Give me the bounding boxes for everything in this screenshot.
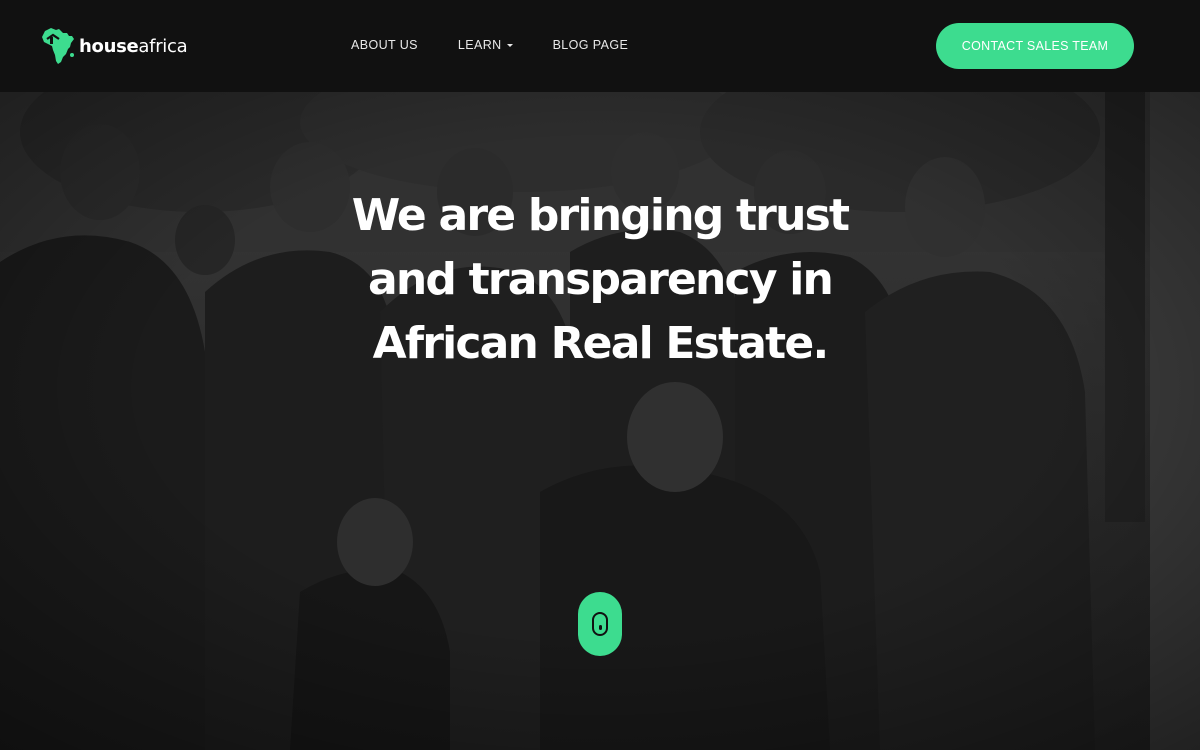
hero-headline: We are bringing trust and transparency i… [300,184,900,376]
mouse-wheel [598,625,602,630]
contact-sales-button[interactable]: CONTACT SALES TEAM [936,23,1134,69]
nav-learn[interactable]: LEARN [458,38,513,52]
headline-line-3: African Real Estate. [372,318,830,369]
hero-section: We are bringing trust and transparency i… [0,92,1200,750]
headline-line-1: We are bringing trust [351,190,850,241]
scroll-down-button[interactable] [578,592,622,656]
mouse-scroll-icon [592,612,608,636]
top-navbar: houseafrica ABOUT US LEARN BLOG PAGE CON… [0,0,1200,92]
nav-learn-label: LEARN [457,38,502,52]
brand-name-light: africa [138,35,188,57]
caret-down-icon [506,44,513,47]
nav-blog-page[interactable]: BLOG PAGE [553,38,629,52]
main-nav: ABOUT US LEARN BLOG PAGE [351,38,628,52]
brand-name-bold: house [79,35,139,57]
headline-line-2: and transparency in [367,254,834,305]
africa-map-icon [42,28,74,64]
nav-about-us[interactable]: ABOUT US [351,38,418,52]
brand-wordmark: houseafrica [79,35,188,57]
brand-logo[interactable]: houseafrica [41,26,188,66]
